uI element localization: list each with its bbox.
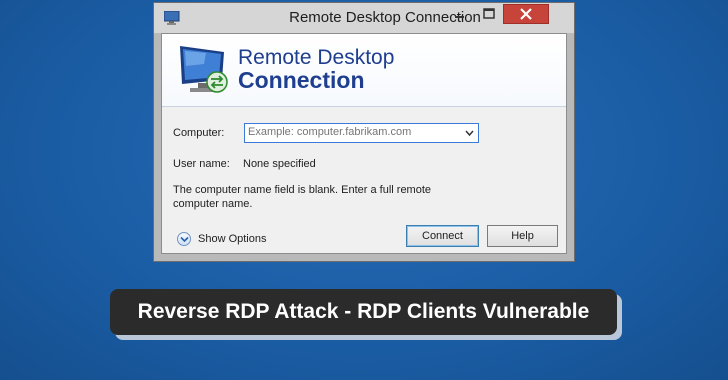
monitor-connection-icon [180,46,228,93]
chevron-down-icon[interactable] [465,129,474,137]
close-button[interactable] [503,4,549,24]
close-icon [520,8,532,20]
connect-button[interactable]: Connect [406,225,479,247]
computer-input[interactable] [248,126,448,138]
help-button[interactable]: Help [487,225,558,247]
rdp-dialog-window: Remote Desktop Connection Remote Desktop [153,2,575,262]
minimize-icon [455,16,464,18]
title-bar[interactable]: Remote Desktop Connection [154,3,574,33]
headline-banner: Reverse RDP Attack - RDP Clients Vulnera… [110,289,617,335]
banner-title-line2: Connection [238,67,365,93]
show-options-link[interactable]: Show Options [198,233,266,245]
dialog-client-area: Remote Desktop Connection Computer: User… [161,33,567,254]
maximize-button[interactable] [475,4,503,24]
username-label: User name: [173,158,230,170]
minimize-button[interactable] [445,4,475,24]
header-banner: Remote Desktop Connection [162,34,566,107]
maximize-icon [483,8,495,19]
chevron-down-icon [180,236,189,243]
username-value: None specified [243,158,316,170]
computer-combobox[interactable] [244,123,479,143]
status-message: The computer name field is blank. Enter … [173,184,432,210]
show-options-toggle[interactable] [177,232,191,246]
computer-label: Computer: [173,127,225,139]
